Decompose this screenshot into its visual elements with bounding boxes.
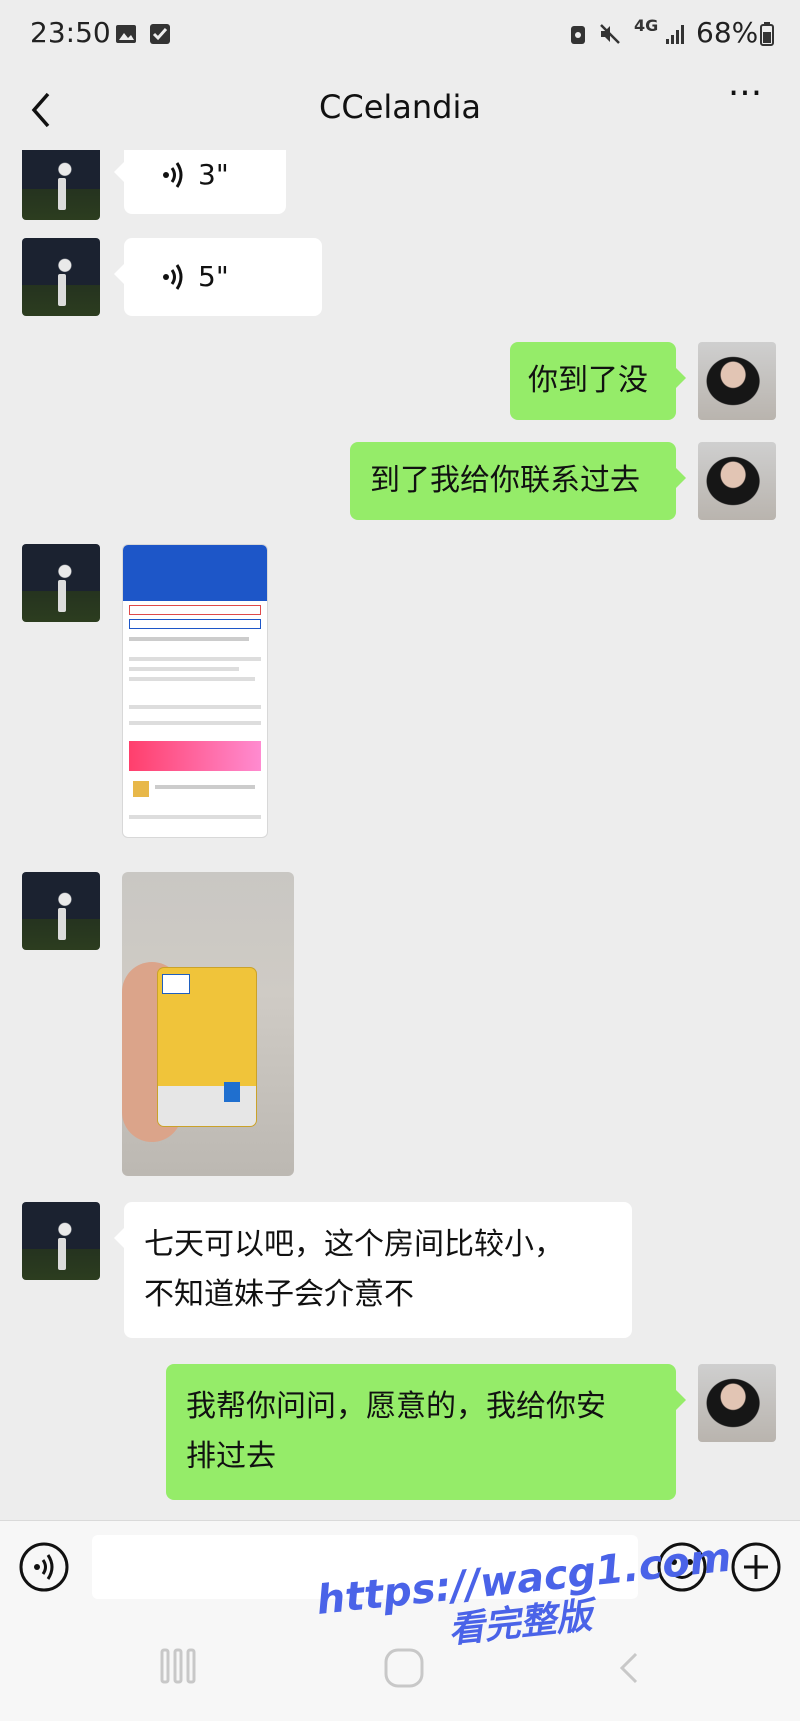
- text-message[interactable]: 七天可以吧，这个房间比较小， 不知道妹子会介意不: [114, 1202, 632, 1338]
- text-message[interactable]: 到了我给你联系过去: [350, 442, 686, 520]
- message-line: 排过去: [186, 1439, 276, 1474]
- recent-apps-icon[interactable]: [158, 1646, 198, 1686]
- image-message[interactable]: [122, 872, 294, 1176]
- voice-message[interactable]: 3": [114, 150, 286, 214]
- avatar[interactable]: [698, 342, 776, 420]
- vpn-icon: [571, 26, 585, 44]
- back-nav-icon[interactable]: [614, 1650, 644, 1686]
- message-text: 到了我给你联系过去: [370, 463, 640, 498]
- status-time: 23:50: [30, 16, 111, 49]
- gallery-icon: [116, 25, 136, 43]
- voice-message[interactable]: 5": [114, 238, 322, 316]
- chat-list[interactable]: 3" 5" 你到了没 到了我给你联系过去 七天可以吧，这个房间比较小， 不知道妹…: [0, 150, 800, 1520]
- plus-icon[interactable]: [730, 1541, 782, 1593]
- message-text: 你到了没: [528, 363, 648, 398]
- text-message[interactable]: 我帮你问问，愿意的，我给你安 排过去: [166, 1364, 686, 1500]
- checkbox-icon: [150, 24, 170, 44]
- avatar[interactable]: [22, 872, 100, 950]
- message-line: 七天可以吧，这个房间比较小，: [144, 1227, 564, 1262]
- screenshot-banner: [129, 741, 261, 771]
- keycard: [158, 968, 256, 1126]
- voice-input-icon[interactable]: [18, 1541, 70, 1593]
- avatar[interactable]: [22, 238, 100, 316]
- voice-duration: 5": [198, 260, 229, 293]
- avatar[interactable]: [22, 1202, 100, 1280]
- voice-wave-icon: [163, 264, 183, 290]
- voice-duration: 3": [198, 158, 229, 191]
- battery-icon: [760, 22, 774, 46]
- avatar[interactable]: [22, 544, 100, 622]
- network-type: 4G: [634, 16, 659, 35]
- battery-percent: 68%: [696, 16, 759, 49]
- chat-header: CCelandia ···: [0, 70, 800, 150]
- more-dots-icon[interactable]: ···: [720, 76, 770, 124]
- mute-icon: [600, 24, 620, 44]
- message-line: 我帮你问问，愿意的，我给你安: [186, 1389, 606, 1424]
- screenshot-header-bar: [123, 545, 267, 601]
- status-bar: 23:50 4G 68%: [0, 0, 800, 70]
- chat-title: CCelandia: [319, 88, 481, 126]
- voice-wave-icon: [163, 162, 183, 188]
- avatar[interactable]: [22, 150, 100, 220]
- avatar[interactable]: [698, 1364, 776, 1442]
- avatar[interactable]: [698, 442, 776, 520]
- signal-icon: [666, 25, 684, 44]
- image-message[interactable]: [122, 544, 268, 838]
- text-message[interactable]: 你到了没: [510, 342, 686, 420]
- message-line: 不知道妹子会介意不: [144, 1277, 414, 1312]
